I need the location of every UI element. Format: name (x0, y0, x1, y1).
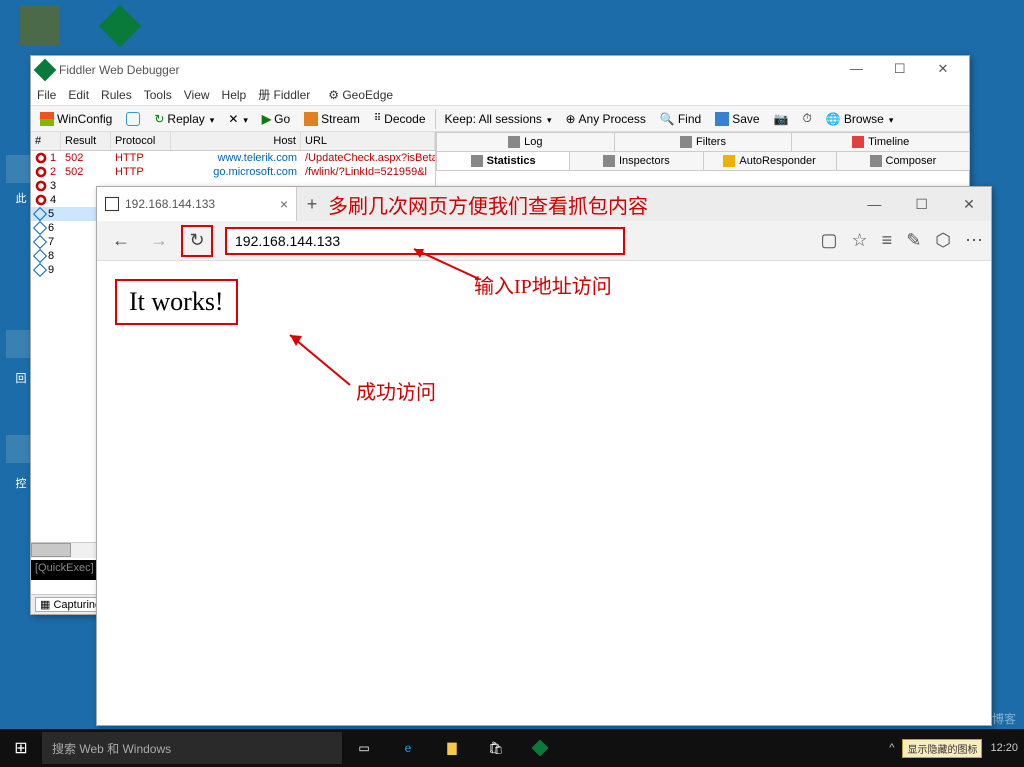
col-result[interactable]: Result (61, 132, 111, 150)
edge-minimize-button[interactable]: — (852, 189, 896, 219)
session-row[interactable]: 2502HTTPgo.microsoft.com/fwlink/?LinkId=… (31, 165, 435, 179)
forward-button[interactable]: → (143, 225, 175, 257)
keep-sessions-dropdown[interactable]: Keep: All sessions (440, 110, 557, 128)
address-bar[interactable]: 192.168.144.133 (225, 227, 625, 255)
refresh-button[interactable]: ↻ (181, 225, 213, 257)
system-tray[interactable]: ^ 显示隐藏的图标 12:20 (889, 739, 1024, 758)
tab-close-button[interactable]: × (280, 196, 288, 212)
menu-donate[interactable]: 册 Fiddler (258, 86, 310, 103)
tab-timeline[interactable]: Timeline (791, 132, 970, 151)
watermark: @51CTO博客 (941, 710, 1016, 727)
start-button[interactable]: ⊞ (0, 729, 42, 767)
desktop-icon-user[interactable] (10, 5, 70, 49)
any-process-button[interactable]: ⊕Any Process (560, 110, 650, 128)
edge-titlebar[interactable]: 192.168.144.133 × + — ☐ ✕ (97, 187, 991, 221)
filters-icon (680, 136, 692, 148)
menu-rules[interactable]: Rules (101, 88, 132, 102)
replay-button[interactable]: ↻Replay (149, 110, 219, 128)
taskbar-store[interactable]: 🛍 (474, 729, 518, 767)
col-num[interactable]: # (31, 132, 61, 150)
fiddler-title: Fiddler Web Debugger (59, 63, 180, 77)
decode-button[interactable]: ⠿Decode (369, 110, 431, 128)
col-host[interactable]: Host (171, 132, 301, 150)
remove-button[interactable]: ✕ (223, 110, 253, 128)
tray-clock[interactable]: 12:20 (990, 742, 1018, 754)
log-icon (508, 136, 520, 148)
browse-button[interactable]: 🌐Browse (821, 110, 899, 128)
tab-statistics[interactable]: Statistics (436, 151, 570, 170)
inspectors-icon (603, 155, 615, 167)
sessions-header[interactable]: # Result Protocol Host URL (31, 132, 435, 151)
session-row[interactable]: 1502HTTPwww.telerik.com/UpdateCheck.aspx… (31, 151, 435, 165)
menu-geoedge[interactable]: GeoEdge (328, 88, 393, 102)
fiddler-menubar: File Edit Rules Tools View Help 册 Fiddle… (31, 84, 969, 106)
right-tabs: Log Filters Timeline Statistics Inspecto… (436, 132, 969, 171)
taskbar: ⊞ 搜索 Web 和 Windows ▭ e ▇ 🛍 ^ 显示隐藏的图标 12:… (0, 729, 1024, 767)
edge-toolbar: ← → ↻ 192.168.144.133 ▢ ☆ ≡ ✎ ⬡ ⋯ (97, 221, 991, 261)
edge-window: 192.168.144.133 × + — ☐ ✕ ← → ↻ 192.168.… (96, 186, 992, 726)
taskbar-edge[interactable]: e (386, 729, 430, 767)
go-button[interactable]: ▶Go (257, 110, 295, 128)
edge-close-button[interactable]: ✕ (947, 189, 991, 219)
col-protocol[interactable]: Protocol (111, 132, 171, 150)
tab-composer[interactable]: Composer (836, 151, 970, 170)
fiddler-toolbar: WinConfig ↻Replay ✕ ▶Go Stream ⠿Decode K… (31, 106, 969, 132)
page-content: It works! (97, 261, 991, 725)
more-button[interactable]: ⋯ (965, 230, 983, 251)
taskbar-explorer[interactable]: ▇ (430, 729, 474, 767)
timeline-icon (852, 136, 864, 148)
page-heading: It works! (129, 287, 224, 316)
comment-button[interactable] (121, 110, 145, 128)
tab-log[interactable]: Log (436, 132, 615, 151)
statistics-icon (471, 155, 483, 167)
find-button[interactable]: 🔍Find (655, 110, 706, 128)
edge-maximize-button[interactable]: ☐ (900, 189, 944, 219)
stream-button[interactable]: Stream (299, 110, 365, 128)
new-tab-button[interactable]: + (297, 194, 327, 215)
task-view-button[interactable]: ▭ (342, 729, 386, 767)
hub-button[interactable]: ≡ (882, 230, 893, 251)
menu-help[interactable]: Help (222, 88, 247, 102)
timer-button[interactable]: ⏱ (798, 109, 817, 128)
share-button[interactable]: ⬡ (935, 230, 951, 251)
menu-view[interactable]: View (184, 88, 210, 102)
menu-file[interactable]: File (37, 88, 56, 102)
tab-autoresponder[interactable]: AutoResponder (703, 151, 837, 170)
menu-tools[interactable]: Tools (144, 88, 172, 102)
page-icon (105, 197, 119, 211)
tab-inspectors[interactable]: Inspectors (569, 151, 703, 170)
tab-title: 192.168.144.133 (125, 197, 215, 211)
save-button[interactable]: Save (710, 110, 764, 128)
screenshot-button[interactable]: 📷 (769, 110, 794, 128)
col-url[interactable]: URL (301, 132, 435, 150)
taskbar-search[interactable]: 搜索 Web 和 Windows (42, 732, 342, 764)
minimize-button[interactable]: — (836, 58, 876, 82)
tab-filters[interactable]: Filters (614, 132, 793, 151)
tray-chevron-icon[interactable]: ^ (889, 742, 894, 754)
menu-edit[interactable]: Edit (68, 88, 89, 102)
maximize-button[interactable]: ☐ (880, 58, 920, 82)
composer-icon (870, 155, 882, 167)
tray-tooltip: 显示隐藏的图标 (902, 739, 982, 758)
reading-view-button[interactable]: ▢ (821, 230, 838, 251)
close-button[interactable]: ✕ (923, 58, 963, 82)
fiddler-titlebar[interactable]: Fiddler Web Debugger — ☐ ✕ (31, 56, 969, 84)
browser-tab[interactable]: 192.168.144.133 × (97, 187, 297, 221)
winconfig-button[interactable]: WinConfig (35, 110, 117, 128)
autoresponder-icon (723, 155, 735, 167)
desktop-icon-fiddler[interactable] (90, 5, 150, 45)
taskbar-fiddler[interactable] (518, 729, 562, 767)
favorites-button[interactable]: ☆ (852, 230, 868, 251)
fiddler-icon (34, 59, 57, 82)
back-button[interactable]: ← (105, 225, 137, 257)
notes-button[interactable]: ✎ (906, 230, 921, 251)
itworks-highlight: It works! (115, 279, 238, 325)
